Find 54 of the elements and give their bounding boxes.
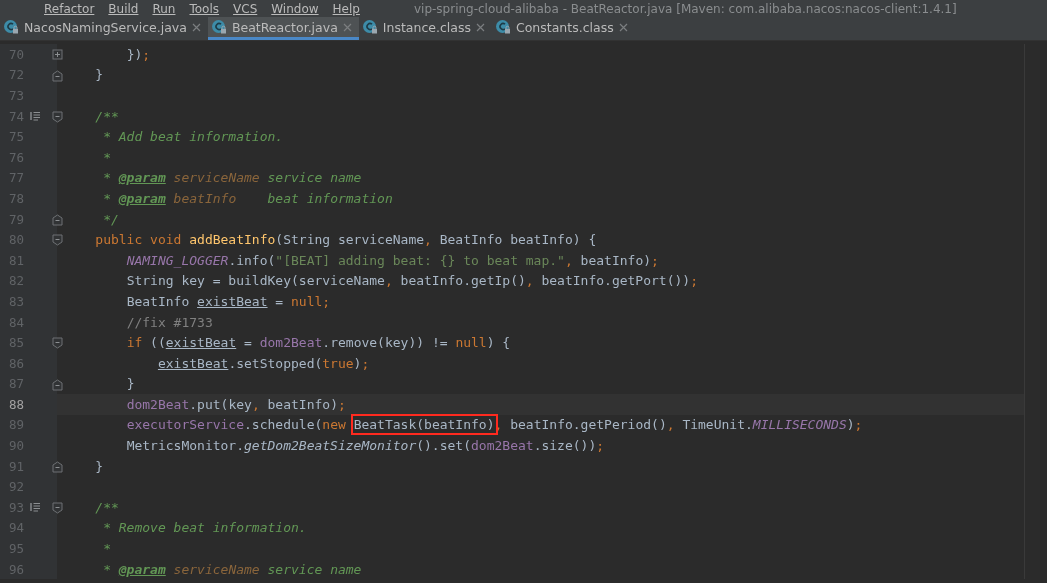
class-file-icon [3, 19, 19, 35]
code-line: public void addBeatInfo(String serviceName, BeatInfo beatInfo) { [94, 231, 597, 249]
close-icon [191, 22, 201, 32]
code-line: * @param serviceName service name [102, 560, 362, 578]
code-line: /** [94, 107, 119, 125]
code-line: String key = buildKey(serviceName, beatInfo.getIp(), beatInfo.getPort()); [125, 272, 698, 290]
code-line: * @param serviceName service name [102, 169, 362, 187]
code-line: }); [125, 45, 151, 63]
code-line: /** [94, 498, 119, 516]
fold-marker-icon[interactable] [52, 378, 64, 391]
code-line: executorService.schedule(new BeatTask(beatInfo), beatInfo.getPeriod(), TimeUnit.MILLISECONDS); [64, 416, 863, 434]
fold-marker-icon[interactable] [52, 460, 64, 473]
fold-marker-icon[interactable] [52, 234, 64, 247]
code-line: * [102, 148, 111, 166]
code-line: if ((existBeat = dom2Beat.remove(key)) != null) { [125, 334, 511, 352]
class-file-icon [210, 19, 227, 35]
close-icon [618, 22, 628, 32]
code-line: } [94, 457, 104, 475]
window-title: vip-spring-cloud-alibaba - BeatReactor.java [Maven: com.alibaba.nacos:nacos-client:1.4.1] [413, 1, 957, 16]
menu-item[interactable]: Run [152, 1, 176, 16]
editor-tab[interactable]: Instance.class [358, 17, 492, 40]
menu-item[interactable]: Tools [189, 1, 220, 16]
fold-marker-icon[interactable] [52, 69, 64, 82]
editor-tab[interactable]: Constants.class [492, 17, 635, 40]
class-file-icon [495, 19, 511, 35]
code-line: NAMING_LOGGER.info("[BEAT] adding beat: {} to beat map.", beatInfo); [125, 251, 659, 269]
code-line: */ [102, 210, 119, 228]
code-line: BeatInfo existBeat = null; [125, 292, 331, 310]
menu-item[interactable]: Window [271, 1, 319, 16]
menu-item[interactable]: Refactor [44, 1, 95, 16]
fold-marker-icon[interactable] [52, 110, 64, 123]
menu-item[interactable]: Build [108, 1, 139, 16]
close-icon [476, 22, 485, 32]
editor-tab[interactable]: NacosNamingService.java [0, 17, 208, 40]
code-line: existBeat.setStopped(true); [156, 354, 370, 372]
close-icon [342, 22, 352, 32]
code-line: * @param beatInfo beat information [102, 189, 393, 207]
code-line: * Remove beat information. [102, 519, 307, 537]
line-number: 88 [7, 396, 24, 412]
code-line: * Add beat information. [102, 128, 284, 146]
editor-tab[interactable]: BeatReactor.java [207, 17, 359, 40]
plus-box-icon[interactable] [52, 49, 64, 61]
menu-item[interactable]: Help [332, 1, 360, 16]
menu-item[interactable]: VCS [233, 1, 258, 16]
class-file-icon [361, 19, 378, 35]
code-line: } [125, 375, 135, 393]
fold-marker-icon[interactable] [52, 213, 64, 226]
code-line: //fix #1733 [125, 313, 213, 331]
code-line: } [94, 66, 104, 84]
code-line: dom2Beat.put(key, beatInfo); [125, 395, 346, 413]
code-line: * [102, 540, 111, 558]
fold-marker-icon[interactable] [52, 502, 64, 515]
fold-marker-icon[interactable] [52, 337, 64, 350]
code-line: MetricsMonitor.getDom2BeatSizeMonitor().set(dom2Beat.size()); [125, 437, 605, 455]
